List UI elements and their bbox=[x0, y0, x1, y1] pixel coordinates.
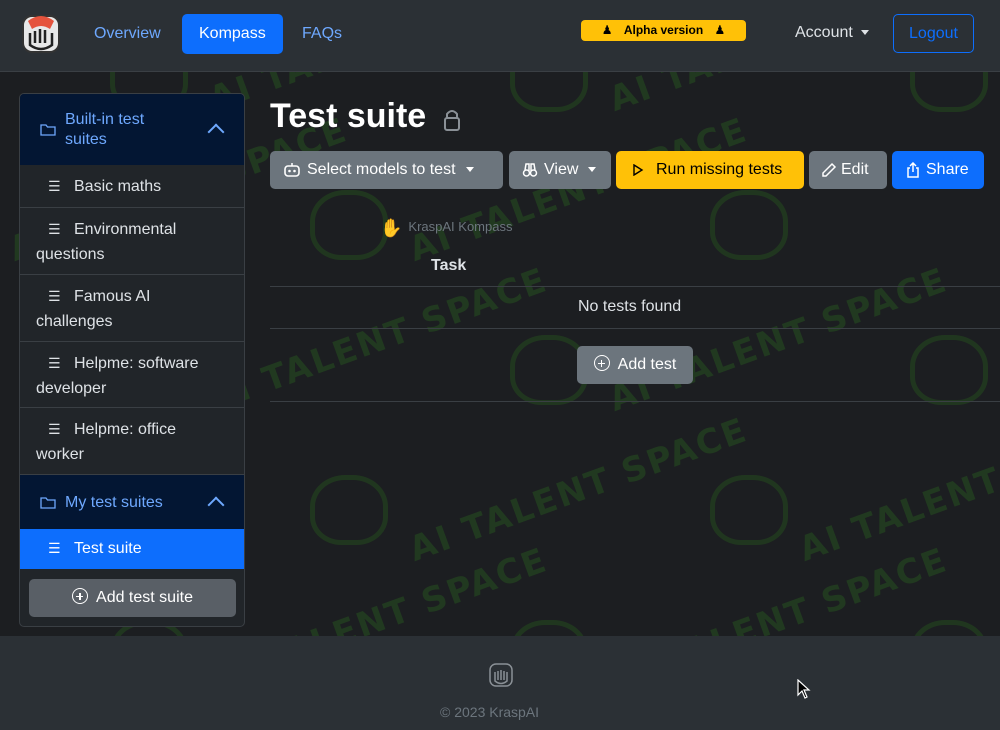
watermark-brain-icon bbox=[310, 475, 388, 545]
watermark-brain-icon bbox=[910, 335, 988, 405]
copyright-text: © 2023 KraspAI bbox=[440, 704, 540, 720]
watermark-text: AI TALENT SPACE bbox=[403, 410, 753, 570]
add-test-suite-button[interactable]: Add test suite bbox=[29, 579, 236, 617]
folder-icon bbox=[40, 124, 56, 136]
select-models-dropdown[interactable]: Select models to test bbox=[270, 151, 503, 189]
watermark-text: AI TALENT SPACE bbox=[603, 260, 953, 420]
list-icon: ☰ bbox=[48, 221, 61, 237]
plus-circle-icon bbox=[593, 355, 610, 371]
list-icon: ☰ bbox=[48, 421, 61, 437]
watermark-text: AI TALENT SPACE bbox=[793, 410, 1000, 570]
share-icon bbox=[907, 161, 919, 178]
chevron-up-icon bbox=[207, 496, 225, 514]
select-models-label: Select models to test bbox=[307, 161, 456, 178]
sidebar-item-environmental-questions[interactable]: ☰ Environmental questions bbox=[20, 208, 244, 275]
chevron-down-icon bbox=[465, 167, 474, 173]
chevron-down-icon bbox=[588, 167, 597, 173]
hand-logo-icon bbox=[489, 663, 513, 687]
watermark-brain-icon bbox=[710, 190, 788, 260]
top-navbar: Overview Kompass FAQs ♟ Alpha version ♟ … bbox=[0, 0, 1000, 72]
list-icon: ☰ bbox=[48, 355, 61, 371]
add-test-suite-label: Add test suite bbox=[96, 589, 193, 606]
sidebar-item-test-suite[interactable]: ☰ Test suite bbox=[20, 529, 244, 569]
share-button[interactable]: Share bbox=[892, 151, 984, 189]
chevron-down-icon bbox=[860, 30, 869, 36]
chevron-up-icon bbox=[207, 123, 225, 141]
test-suites-sidebar: Built-in test suites ☰ Basic maths ☰ Envir… bbox=[19, 93, 245, 627]
edit-label: Edit bbox=[841, 161, 869, 178]
play-icon bbox=[633, 163, 644, 176]
accordion-header-label: My test suites bbox=[65, 494, 163, 511]
list-icon: ☰ bbox=[48, 540, 61, 556]
view-label: View bbox=[544, 161, 579, 178]
folder-icon bbox=[40, 497, 56, 509]
nav-link-overview[interactable]: Overview bbox=[77, 14, 178, 54]
account-dropdown[interactable]: Account bbox=[795, 24, 869, 42]
account-label: Account bbox=[795, 24, 853, 41]
sidebar-item-helpme-software-developer[interactable]: ☰ Helpme: software developer bbox=[20, 342, 244, 408]
add-test-button[interactable]: Add test bbox=[577, 346, 693, 384]
share-label: Share bbox=[926, 161, 969, 178]
plus-circle-icon bbox=[72, 588, 89, 604]
brand-mark-label: KraspAI Kompass bbox=[408, 219, 513, 234]
binoculars-icon bbox=[522, 163, 538, 177]
hand-logo-icon: ✋ bbox=[380, 218, 403, 238]
alpha-badge-label: Alpha version bbox=[623, 23, 704, 37]
sidebar-item-label: Test suite bbox=[74, 540, 142, 557]
accordion-header-my-suites[interactable]: My test suites bbox=[20, 475, 244, 529]
nav-link-faqs[interactable]: FAQs bbox=[285, 14, 359, 54]
kompass-brand-mark: ✋ KraspAI Kompass bbox=[380, 218, 512, 239]
edit-button[interactable]: Edit bbox=[809, 151, 887, 189]
table-header-task: Task bbox=[431, 257, 467, 274]
table-divider bbox=[270, 286, 1000, 287]
view-dropdown[interactable]: View bbox=[509, 151, 611, 189]
empty-state-message: No tests found bbox=[578, 298, 682, 315]
sidebar-item-basic-maths[interactable]: ☰ Basic maths bbox=[20, 165, 244, 208]
chess-pawn-icon: ♟ bbox=[714, 23, 726, 37]
watermark-brain-icon bbox=[710, 475, 788, 545]
list-icon: ☰ bbox=[48, 178, 61, 194]
mouse-cursor-icon bbox=[797, 679, 811, 699]
robot-icon bbox=[284, 162, 300, 177]
accordion-header-builtin[interactable]: Built-in test suites bbox=[20, 94, 244, 165]
logout-button[interactable]: Logout bbox=[893, 14, 974, 53]
lock-icon bbox=[444, 110, 460, 131]
add-test-label: Add test bbox=[617, 356, 677, 373]
chess-pawn-icon: ♟ bbox=[601, 23, 613, 37]
pencil-icon bbox=[822, 162, 837, 177]
list-icon: ☰ bbox=[48, 288, 61, 304]
nav-link-kompass[interactable]: Kompass bbox=[182, 14, 283, 54]
watermark-brain-icon bbox=[310, 190, 388, 260]
table-divider bbox=[270, 401, 1000, 402]
sidebar-item-helpme-office-worker[interactable]: ☰ Helpme: office worker bbox=[20, 408, 244, 475]
alpha-version-badge: ♟ Alpha version ♟ bbox=[581, 20, 746, 41]
run-missing-tests-label: Run missing tests bbox=[656, 161, 783, 178]
sidebar-item-label: Basic maths bbox=[74, 178, 162, 195]
table-divider bbox=[270, 328, 1000, 329]
sidebar-item-famous-ai-challenges[interactable]: ☰ Famous AI challenges bbox=[20, 275, 244, 342]
accordion-header-label: Built-in test suites bbox=[65, 111, 145, 148]
watermark-text: AI TALENT SPACE bbox=[403, 110, 753, 270]
kraspai-logo-icon[interactable] bbox=[20, 13, 62, 55]
watermark-text: AI TALENT SPACE bbox=[203, 260, 553, 420]
run-missing-tests-button[interactable]: Run missing tests bbox=[616, 151, 804, 189]
page-title: Test suite bbox=[270, 97, 427, 135]
